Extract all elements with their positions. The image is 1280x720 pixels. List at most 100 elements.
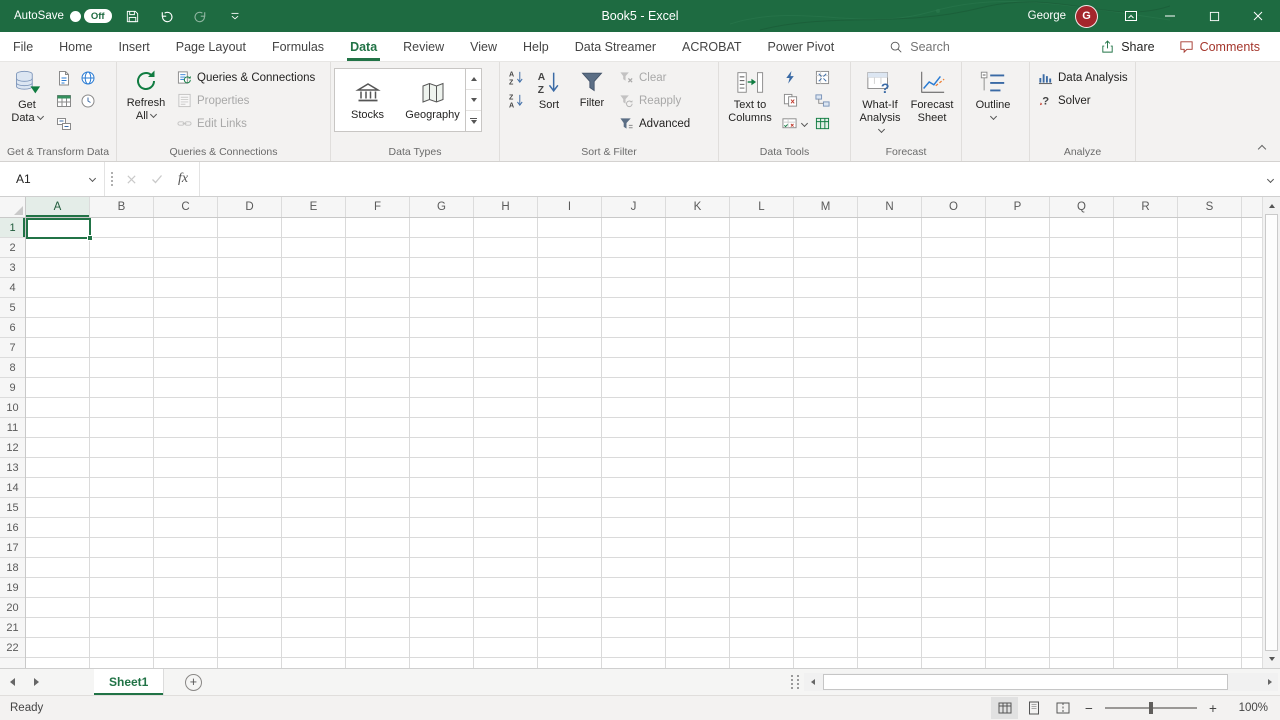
sort-ascending-button[interactable]: A Z (504, 66, 528, 89)
tab-insert[interactable]: Insert (106, 32, 163, 61)
column-header-G[interactable]: G (410, 197, 474, 217)
tab-data[interactable]: Data (337, 32, 390, 61)
relationships-button[interactable] (810, 89, 834, 112)
row-header-5[interactable]: 5 (0, 298, 25, 318)
collapse-ribbon-button[interactable] (1252, 142, 1272, 156)
column-header-A[interactable]: A (26, 197, 90, 217)
data-validation-button[interactable] (778, 112, 810, 135)
refresh-all-button[interactable]: Refresh All (120, 64, 172, 146)
row-header-15[interactable]: 15 (0, 498, 25, 518)
remove-duplicates-button[interactable] (778, 89, 802, 112)
undo-button[interactable] (154, 0, 180, 32)
row-header-18[interactable]: 18 (0, 558, 25, 578)
row-header-4[interactable]: 4 (0, 278, 25, 298)
tab-acrobat[interactable]: ACROBAT (669, 32, 755, 61)
advanced-filter-button[interactable]: Advanced (614, 112, 695, 135)
vertical-scroll-thumb[interactable] (1265, 214, 1278, 651)
sheet-tab-sheet1[interactable]: Sheet1 (94, 669, 164, 695)
column-header-F[interactable]: F (346, 197, 410, 217)
column-header-L[interactable]: L (730, 197, 794, 217)
filter-button[interactable]: Filter (570, 64, 614, 146)
column-header-H[interactable]: H (474, 197, 538, 217)
comments-button[interactable]: Comments (1167, 32, 1272, 62)
row-header-14[interactable]: 14 (0, 478, 25, 498)
tab-data-streamer[interactable]: Data Streamer (562, 32, 669, 61)
horizontal-scroll-track[interactable] (821, 673, 1261, 691)
text-to-columns-button[interactable]: Text to Columns (722, 64, 778, 146)
flash-fill-button[interactable] (778, 66, 802, 89)
scroll-up-button[interactable] (1263, 198, 1280, 214)
tab-home[interactable]: Home (46, 32, 105, 61)
formula-input[interactable] (199, 162, 1258, 196)
row-header-6[interactable]: 6 (0, 318, 25, 338)
sheet-nav-right-button[interactable] (24, 669, 48, 695)
tab-page-layout[interactable]: Page Layout (163, 32, 259, 61)
from-web-button[interactable] (76, 66, 100, 89)
sort-button[interactable]: A Z Sort (528, 64, 570, 146)
existing-connections-button[interactable] (52, 112, 76, 135)
tab-power-pivot[interactable]: Power Pivot (755, 32, 848, 61)
column-header-D[interactable]: D (218, 197, 282, 217)
get-data-button[interactable]: Get Data (3, 64, 51, 146)
column-header-R[interactable]: R (1114, 197, 1178, 217)
column-header-K[interactable]: K (666, 197, 730, 217)
row-header-10[interactable]: 10 (0, 398, 25, 418)
column-header-Q[interactable]: Q (1050, 197, 1114, 217)
row-header-8[interactable]: 8 (0, 358, 25, 378)
row-header-9[interactable]: 9 (0, 378, 25, 398)
zoom-slider-thumb[interactable] (1149, 702, 1153, 714)
row-header-17[interactable]: 17 (0, 538, 25, 558)
clear-filter-button[interactable]: Clear (614, 66, 695, 89)
scroll-left-button[interactable] (804, 673, 821, 691)
scroll-right-button[interactable] (1261, 673, 1278, 691)
tab-review[interactable]: Review (390, 32, 457, 61)
minimize-button[interactable] (1148, 0, 1192, 32)
zoom-level-label[interactable]: 100% (1230, 702, 1268, 714)
column-header-J[interactable]: J (602, 197, 666, 217)
tab-formulas[interactable]: Formulas (259, 32, 337, 61)
sheet-nav-left-button[interactable] (0, 669, 24, 695)
customize-quick-access-button[interactable] (222, 0, 248, 32)
zoom-out-button[interactable]: − (1078, 701, 1100, 716)
name-box-dropdown-icon[interactable] (89, 175, 96, 182)
cancel-button[interactable] (118, 162, 144, 196)
from-table-range-button[interactable] (52, 89, 76, 112)
from-text-csv-button[interactable] (52, 66, 76, 89)
select-all-corner[interactable] (0, 197, 26, 218)
column-header-I[interactable]: I (538, 197, 602, 217)
sort-descending-button[interactable]: Z A (504, 89, 528, 112)
column-header-E[interactable]: E (282, 197, 346, 217)
column-header-N[interactable]: N (858, 197, 922, 217)
row-header-16[interactable]: 16 (0, 518, 25, 538)
row-header-3[interactable]: 3 (0, 258, 25, 278)
redo-button[interactable] (188, 0, 214, 32)
save-button[interactable] (120, 0, 146, 32)
row-header-12[interactable]: 12 (0, 438, 25, 458)
page-layout-view-button[interactable] (1020, 697, 1047, 719)
share-button[interactable]: Share (1088, 32, 1166, 62)
name-box[interactable]: A1 (8, 162, 105, 196)
scroll-down-button[interactable] (1263, 651, 1280, 667)
zoom-in-button[interactable]: + (1202, 701, 1224, 716)
solver-button[interactable]: ? Solver (1033, 89, 1133, 112)
grid-cells[interactable] (26, 218, 1262, 668)
row-header-11[interactable]: 11 (0, 418, 25, 438)
forecast-sheet-button[interactable]: Forecast Sheet (906, 64, 958, 146)
horizontal-scroll-thumb[interactable] (823, 674, 1228, 690)
page-break-preview-button[interactable] (1049, 697, 1076, 719)
user-avatar[interactable]: G (1075, 5, 1098, 28)
tab-help[interactable]: Help (510, 32, 562, 61)
vertical-scrollbar[interactable] (1262, 197, 1280, 668)
gallery-down-button[interactable] (466, 90, 481, 111)
autosave-toggle[interactable]: AutoSave Off (14, 9, 112, 23)
row-header-19[interactable]: 19 (0, 578, 25, 598)
close-button[interactable] (1236, 0, 1280, 32)
what-if-analysis-button[interactable]: ? What-If Analysis (854, 64, 906, 146)
autosave-switch[interactable]: Off (70, 9, 112, 23)
formula-bar-expand-button[interactable] (1258, 162, 1280, 196)
search-input[interactable] (910, 40, 1020, 54)
horizontal-scrollbar[interactable] (804, 669, 1280, 695)
selected-cell[interactable] (26, 218, 91, 239)
column-header-M[interactable]: M (794, 197, 858, 217)
geography-button[interactable]: Geography (400, 69, 465, 131)
